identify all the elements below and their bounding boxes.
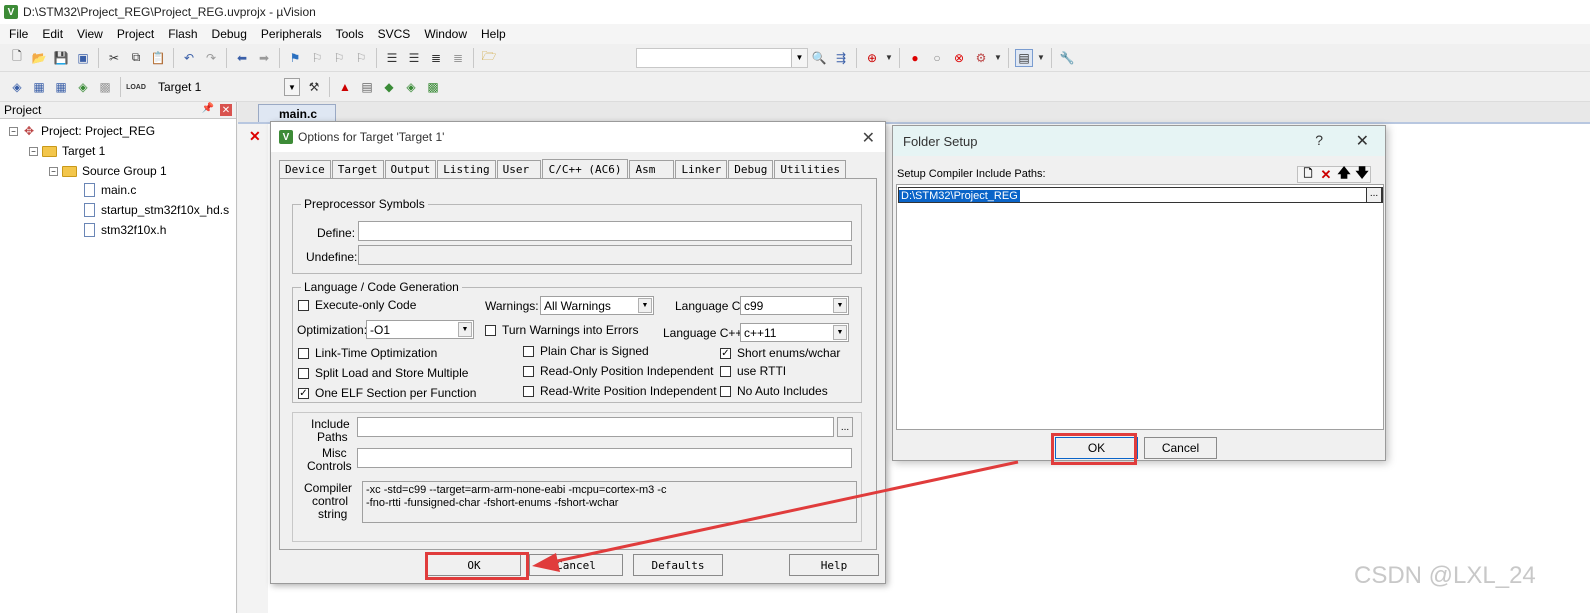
arrow-line — [547, 460, 1019, 565]
arrow-head-icon — [532, 553, 560, 572]
watermark: CSDN @LXL_24 — [1354, 562, 1536, 589]
annotation-arrow — [532, 460, 1019, 572]
